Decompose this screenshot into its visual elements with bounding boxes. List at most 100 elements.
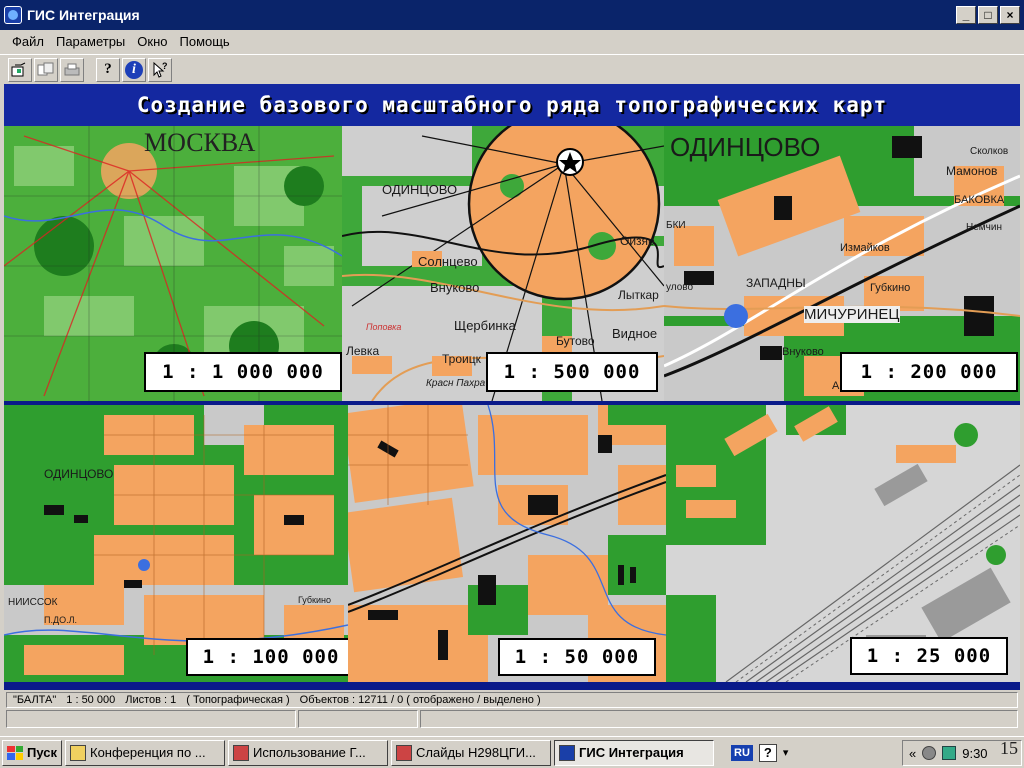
copy-layer-icon [37,62,54,75]
map-label: Солнцево [418,254,478,269]
menu-file[interactable]: Файл [6,34,50,49]
map-label: улово [666,282,694,293]
start-button[interactable]: Пуск [2,739,62,766]
map-tile-100k[interactable]: ОДИНЦОВО НИИССОК П.ДО.Л. Губкино 1 : 100… [4,405,348,682]
taskbar-item-slides[interactable]: Слайды Н298ЦГИ... [391,739,551,766]
help-icon: ? [104,61,112,77]
print-icon [64,63,80,75]
task-label: Конференция по ... [90,745,206,760]
pointer-help-icon: ? [153,61,168,78]
status-map-type: ( Топографическая ) [186,694,290,706]
powerpoint-icon [233,744,249,761]
clock[interactable]: 9:30 [962,746,987,761]
svg-text:?: ? [162,61,168,71]
taskbar-item-conference[interactable]: Конференция по ... [65,739,225,766]
scale-label-500k: 1 : 500 000 [486,352,658,392]
banner-title: Создание базового масштабного ряда топог… [136,93,888,117]
menu-help[interactable]: Помощь [174,34,236,49]
map-label: МИЧУРИНЕЦ [804,306,900,323]
map-label: Внуково [782,346,824,358]
status-sheets: Листов : 1 [125,694,177,706]
map-label: ОДИНЦОВО [44,467,114,481]
info-button[interactable]: i [122,57,146,82]
taskbar-item-gis[interactable]: ГИС Интеграция [554,739,714,766]
map-label: ОДИНЦОВО [670,132,821,162]
scale-label-200k: 1 : 200 000 [840,352,1018,392]
info-icon: i [125,60,143,79]
map-label: Поповка [366,322,402,332]
map-label: ЗАПАДНЫ [746,276,806,290]
map-label: Бутово [556,334,595,348]
map-label: Оизяр [620,234,655,248]
map-tile-200k[interactable]: ОДИНЦОВО Мамонов Сколков БАКОВКА ЗАПАДНЫ… [664,126,1020,401]
gis-app-icon [559,744,575,761]
slide-banner: Создание базового масштабного ряда топог… [4,84,1020,126]
language-indicator[interactable]: RU [731,744,753,761]
window-titlebar[interactable]: ГИС Интеграция _ □ × [0,0,1024,30]
slide-number: 15 [1000,738,1018,758]
help-button[interactable]: ? [96,57,120,82]
scale-label-100k: 1 : 100 000 [186,638,348,676]
print-button[interactable] [60,57,84,82]
status-bar-secondary [6,710,1018,728]
window-title: ГИС Интеграция [27,7,140,23]
map-label: Троицк [442,352,481,366]
task-label: ГИС Интеграция [579,745,684,760]
map-label: Губкино [298,595,331,605]
map-label: Левка [346,344,380,358]
open-map-button[interactable] [8,57,32,82]
map-label: ОДИНЦОВО [382,182,458,197]
map-tile-500k[interactable]: ОДИНЦОВО Солнцево Внуково Щербинка Бутов… [342,126,664,401]
status-bar: "БАЛТА" 1 : 50 000 Листов : 1 ( Топограф… [6,692,1018,708]
windows-logo-icon [7,745,23,760]
map-tile-50k[interactable]: 1 : 50 000 [348,405,666,682]
open-map-icon [11,62,26,76]
map-label: Немчин [966,222,1002,233]
maximize-button[interactable]: □ [978,6,998,24]
task-label: Использование Г... [253,745,366,760]
gis-app-icon [4,6,22,24]
taskbar-item-usage[interactable]: Использование Г... [228,739,388,766]
map-label: Внуково [430,280,480,295]
map-label: БАКОВКА [954,194,1005,206]
chevron-down-icon[interactable]: ▾ [783,746,789,759]
scale-label-50k: 1 : 50 000 [498,638,656,676]
copy-layer-button[interactable] [34,57,58,82]
map-label: П.ДО.Л. [44,615,77,625]
status-panel [6,710,296,728]
speaker-icon[interactable] [922,746,937,760]
folder-icon [70,744,86,761]
menu-parameters[interactable]: Параметры [50,34,131,49]
tray-expand-button[interactable]: « [909,746,916,761]
map-label: Красн Пахра [426,378,486,389]
status-map-name: "БАЛТА" [13,694,57,706]
task-label: Слайды Н298ЦГИ... [416,745,536,760]
network-icon[interactable] [942,746,957,760]
status-panel [298,710,418,728]
close-button[interactable]: × [1000,6,1020,24]
map-tile-25k[interactable]: 1 : 25 000 [666,405,1020,682]
map-label: МОСКВА [144,128,256,157]
map-label: НИИССОК [8,597,58,608]
scale-label-1m: 1 : 1 000 000 [144,352,342,392]
map-tile-1m[interactable]: МОСКВА 1 : 1 000 000 [4,126,342,401]
map-label: Щербинка [454,318,516,333]
map-label: Губкино [870,282,911,294]
map-label: БКИ [666,220,686,231]
pointer-help-button[interactable]: ? [148,57,172,82]
map-label: Сколков [970,146,1009,157]
menu-window[interactable]: Окно [131,34,173,49]
map-label: Лыткар [618,288,659,302]
help-tray-icon[interactable]: ? [758,743,777,762]
taskbar: Пуск Конференция по ... Использование Г.… [0,736,1024,768]
map-label: Видное [612,326,658,341]
powerpoint-icon [396,744,412,761]
start-label: Пуск [27,745,57,760]
status-scale: 1 : 50 000 [66,694,116,706]
map-label: Мамонов [946,164,998,178]
menu-bar: Файл Параметры Окно Помощь [0,30,1024,52]
map-label: Измайков [840,242,890,254]
toolbar: ? i ? [0,54,1024,84]
status-objects: Объектов : 12711 / 0 ( отображено / выде… [299,694,541,706]
minimize-button[interactable]: _ [956,6,976,24]
